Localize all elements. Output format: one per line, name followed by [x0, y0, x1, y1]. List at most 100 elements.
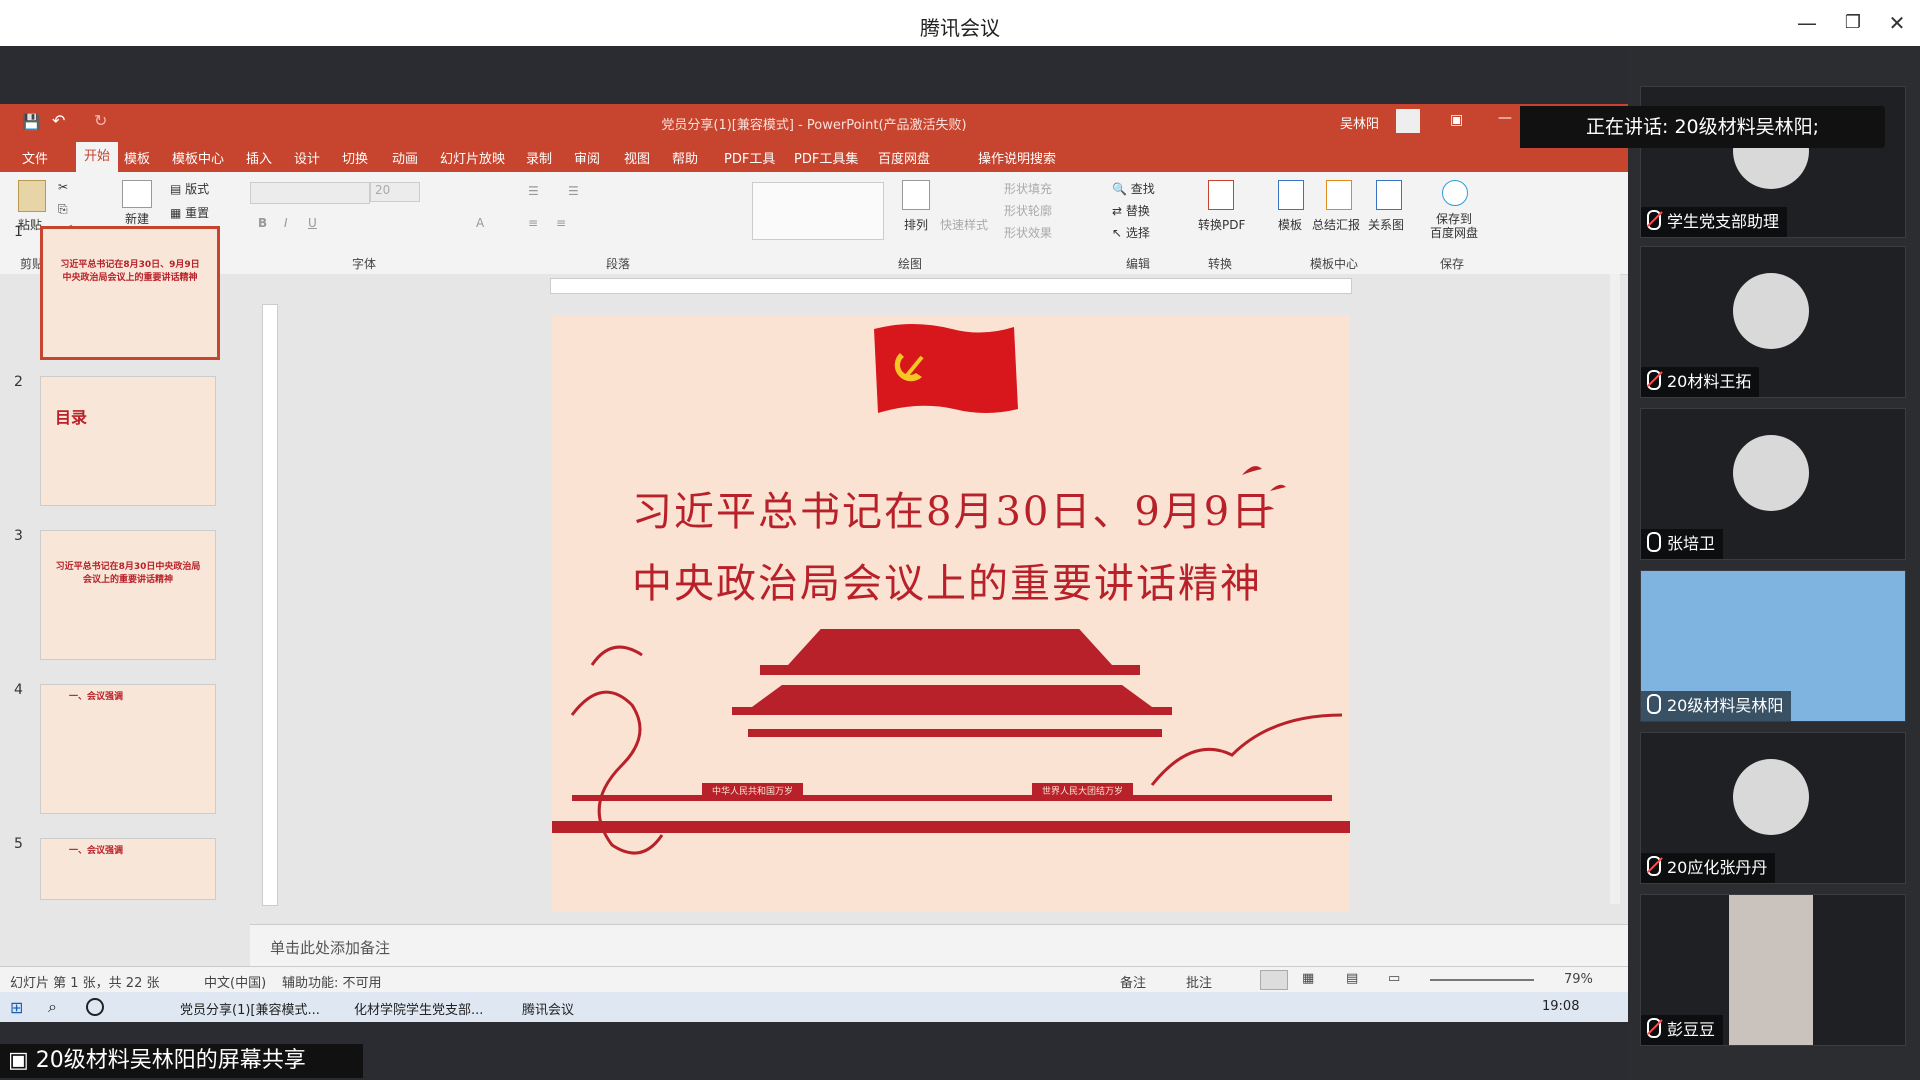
close-icon[interactable]: ✕ [1884, 10, 1910, 36]
tab-14[interactable]: PDF工具集 [794, 148, 858, 167]
relation-button[interactable]: 关系图 [1368, 216, 1404, 233]
participant-tile[interactable]: 20级材料吴林阳 [1640, 570, 1906, 722]
participants-panel: 学生党支部助理 20材料王拓 张培卫 20级材料吴林阳 20应化张丹丹 彭豆豆 [1628, 46, 1920, 1080]
pdf-icon[interactable] [1208, 180, 1234, 210]
slide-thumbnail[interactable]: 习近平总书记在8月30日中央政治局会议上的重要讲话精神 [40, 530, 216, 660]
slide-thumbnail[interactable]: 一、会议强调 [40, 838, 216, 900]
tab-6[interactable]: 切换 [342, 148, 368, 167]
font-color-icon[interactable]: A [476, 216, 484, 230]
zoom-slider[interactable] [1430, 979, 1534, 981]
paste-icon[interactable] [18, 180, 46, 212]
notes-toggle[interactable]: 备注 [1120, 972, 1146, 991]
tab-9[interactable]: 录制 [526, 148, 552, 167]
replace-button[interactable]: ⇄ 替换 [1112, 202, 1150, 219]
taskbar-item[interactable]: 腾讯会议 [522, 999, 574, 1018]
slide-thumbnail[interactable]: 目录 [40, 376, 216, 506]
minimize-icon[interactable]: — [1794, 10, 1820, 36]
align-center-icon[interactable]: ≡ [556, 216, 566, 230]
zoom-level[interactable]: 79% [1564, 972, 1593, 987]
comments-toggle[interactable]: 批注 [1186, 972, 1212, 991]
align-left-icon[interactable]: ≡ [528, 216, 538, 230]
accessibility-status[interactable]: 辅助功能: 不可用 [282, 972, 382, 991]
vertical-scrollbar[interactable] [1610, 274, 1620, 904]
font-size-input[interactable]: 20 [370, 182, 420, 202]
tab-2[interactable]: 模板 [124, 148, 150, 167]
select-button[interactable]: ↖ 选择 [1112, 224, 1150, 241]
template-icon[interactable] [1278, 180, 1304, 210]
participant-avatar [1733, 759, 1809, 835]
relation-icon[interactable] [1376, 180, 1402, 210]
user-avatar[interactable] [1396, 109, 1420, 133]
participant-tile[interactable]: 彭豆豆 [1640, 894, 1906, 1046]
slide-title-line1[interactable]: 习近平总书记在8月30日、9月9日 [632, 479, 1273, 537]
window-title: 腾讯会议 [920, 16, 1000, 40]
slide-thumbnail[interactable]: 一、会议强调 [40, 684, 216, 814]
reset-button[interactable]: ▦ 重置 [170, 204, 209, 221]
tab-10[interactable]: 审阅 [574, 148, 600, 167]
shape-effect-button[interactable]: 形状效果 [1004, 224, 1052, 241]
bold-icon[interactable]: B [258, 216, 267, 230]
tab-1[interactable]: 开始 [76, 142, 119, 172]
tab-12[interactable]: 帮助 [672, 148, 698, 167]
tab-4[interactable]: 插入 [246, 148, 272, 167]
new-slide-icon[interactable] [122, 180, 152, 208]
tab-13[interactable]: PDF工具 [724, 148, 775, 167]
ppt-minimize-icon[interactable]: — [1498, 110, 1512, 126]
arrange-icon[interactable] [902, 180, 930, 210]
sorter-view-icon[interactable]: ▦ [1302, 971, 1314, 986]
tab-15[interactable]: 百度网盘 [878, 148, 930, 167]
participant-tile[interactable]: 20应化张丹丹 [1640, 732, 1906, 884]
normal-view-icon[interactable] [1260, 970, 1288, 990]
font-name-input[interactable] [250, 182, 370, 204]
cortana-icon[interactable] [86, 998, 104, 1016]
windows-start-icon[interactable]: ⊞ [10, 998, 23, 1017]
reading-view-icon[interactable]: ▤ [1346, 971, 1358, 986]
restore-icon[interactable]: ❐ [1840, 10, 1866, 36]
template-button[interactable]: 模板 [1278, 216, 1302, 233]
notes-pane[interactable]: 单击此处添加备注 [250, 924, 1628, 967]
tiananmen-left-banner: 中华人民共和国万岁 [702, 783, 804, 798]
layout-button[interactable]: ▤ 版式 [170, 180, 209, 197]
taskbar-item[interactable]: 化材学院学生党支部... [354, 999, 483, 1018]
save-baidu-button[interactable]: 保存到 百度网盘 [1430, 212, 1478, 240]
shapes-gallery[interactable] [752, 182, 884, 240]
participant-nametag: 20应化张丹丹 [1641, 853, 1776, 883]
copy-icon[interactable]: ⎘ [58, 202, 68, 217]
slide-artwork [552, 324, 1350, 855]
bullets-icon[interactable]: ☰ [528, 184, 539, 198]
summary-icon[interactable] [1326, 180, 1352, 210]
tab-5[interactable]: 设计 [294, 148, 320, 167]
to-pdf-button[interactable]: 转换PDF [1198, 216, 1245, 233]
numbering-icon[interactable]: ☰ [568, 184, 579, 198]
slideshow-view-icon[interactable]: ▭ [1388, 971, 1400, 986]
baidu-cloud-icon[interactable] [1442, 180, 1468, 206]
tab-3[interactable]: 模板中心 [172, 148, 224, 167]
slide-thumbnail[interactable]: 习近平总书记在8月30日、9月9日中央政治局会议上的重要讲话精神 [40, 226, 220, 360]
find-button[interactable]: 🔍 查找 [1112, 180, 1155, 197]
tab-7[interactable]: 动画 [392, 148, 418, 167]
ribbon-display-icon[interactable]: ▣ [1450, 112, 1463, 128]
arrange-button[interactable]: 排列 [904, 216, 928, 233]
tab-11[interactable]: 视图 [624, 148, 650, 167]
slide-counter: 幻灯片 第 1 张，共 22 张 [10, 976, 160, 991]
screen-share-icon: ▣ [8, 1048, 36, 1073]
shape-outline-button[interactable]: 形状轮廓 [1004, 202, 1052, 219]
taskbar-item[interactable]: 党员分享(1)[兼容模式... [180, 999, 320, 1018]
underline-icon[interactable]: U [308, 216, 317, 230]
language-status[interactable]: 中文(中国) [204, 972, 266, 991]
participant-tile[interactable]: 20材料王拓 [1640, 246, 1906, 398]
current-slide[interactable]: 习近平总书记在8月30日、9月9日 中央政治局会议上的重要讲话精神 中华人民共和… [552, 315, 1350, 912]
italic-icon[interactable]: I [284, 216, 288, 230]
shape-fill-button[interactable]: 形状填充 [1004, 180, 1052, 197]
ribbon-group-label: 字体 [352, 257, 377, 271]
cut-icon[interactable]: ✂ [58, 180, 68, 194]
participant-tile[interactable]: 张培卫 [1640, 408, 1906, 560]
quick-style-button[interactable]: 快速样式 [940, 216, 988, 233]
tab-16[interactable]: 操作说明搜索 [978, 148, 1056, 167]
tab-0[interactable]: 文件 [22, 148, 48, 167]
summary-button[interactable]: 总结汇报 [1312, 216, 1360, 233]
tab-8[interactable]: 幻灯片放映 [440, 148, 505, 167]
slide-title-line2[interactable]: 中央政治局会议上的重要讲话精神 [632, 551, 1262, 609]
search-icon[interactable]: ⌕ [48, 997, 57, 1017]
ppt-user-name[interactable]: 吴林阳 [1340, 113, 1379, 132]
